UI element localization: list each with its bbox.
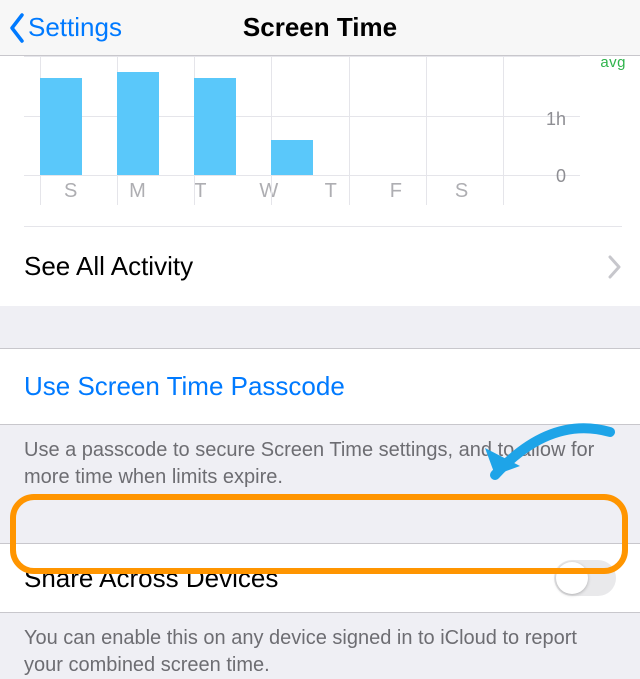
bar-slot (271, 57, 348, 175)
share-across-devices-row: Share Across Devices (0, 543, 640, 613)
bar (117, 72, 159, 175)
x-tick: F (390, 180, 455, 203)
chevron-right-icon (608, 255, 622, 279)
share-toggle[interactable] (554, 560, 616, 596)
x-tick: S (64, 180, 129, 203)
chevron-left-icon (8, 13, 26, 43)
bar-slot (503, 57, 580, 175)
bar (271, 140, 313, 175)
bar-slot (194, 57, 271, 175)
navbar: Settings Screen Time (0, 0, 640, 56)
bar-slot (349, 57, 426, 175)
screen-time-chart: avg 1h 0 SMTWTFS (0, 56, 640, 226)
x-tick: T (194, 180, 259, 203)
share-label: Share Across Devices (24, 563, 278, 594)
bar-slot (117, 57, 194, 175)
bar (40, 78, 82, 175)
x-tick: T (325, 180, 390, 203)
see-all-activity-row[interactable]: See All Activity (24, 226, 622, 306)
x-tick: W (259, 180, 324, 203)
x-tick: M (129, 180, 194, 203)
bar (194, 78, 236, 175)
avg-label: avg (600, 54, 626, 71)
bar-slot (40, 57, 117, 175)
chart-section: avg 1h 0 SMTWTFS See All Activity (0, 56, 640, 306)
see-all-label: See All Activity (24, 251, 193, 282)
passcode-label: Use Screen Time Passcode (24, 371, 345, 401)
toggle-knob (556, 562, 588, 594)
bar-slot (426, 57, 503, 175)
use-screen-time-passcode-row[interactable]: Use Screen Time Passcode (0, 348, 640, 425)
back-button[interactable]: Settings (0, 12, 122, 43)
share-footer: You can enable this on any device signed… (0, 613, 640, 679)
chart-plot: 1h 0 (24, 56, 580, 176)
passcode-footer: Use a passcode to secure Screen Time set… (0, 425, 640, 491)
x-tick: S (455, 180, 520, 203)
back-label: Settings (28, 12, 122, 43)
